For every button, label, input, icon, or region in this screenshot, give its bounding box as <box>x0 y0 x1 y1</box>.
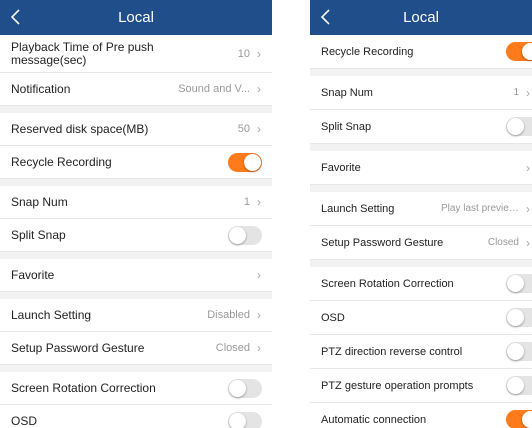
back-button[interactable] <box>318 7 332 27</box>
chevron-right-icon: › <box>526 85 530 100</box>
chevron-right-icon: › <box>526 235 530 250</box>
setting-label: Automatic connection <box>321 413 427 426</box>
ptz-direction-reverse-toggle[interactable] <box>506 342 532 361</box>
screen-rotation-toggle[interactable] <box>228 378 262 398</box>
setting-label: PTZ gesture operation prompts <box>321 379 474 392</box>
toggle-knob <box>507 377 524 394</box>
setting-row-screen-rotation: Screen Rotation Correction <box>310 267 532 301</box>
toggle-knob <box>522 43 532 60</box>
setting-label: Favorite <box>321 161 361 174</box>
setting-row-snap-num[interactable]: Snap Num 1 › <box>0 186 272 219</box>
chevron-right-icon: › <box>526 160 530 175</box>
setting-row-playback-time[interactable]: Playback Time of Pre push message(sec) 1… <box>0 35 272 73</box>
recycle-recording-toggle[interactable] <box>228 152 262 172</box>
setting-value: Closed <box>215 342 250 354</box>
setting-label: Snap Num <box>321 86 373 99</box>
toggle-knob <box>507 343 524 360</box>
setting-label: Screen Rotation Correction <box>11 381 156 395</box>
setting-row-launch-setting[interactable]: Launch Setting Play last preview c··· › <box>310 192 532 226</box>
toggle-knob <box>229 412 246 428</box>
setting-row-reserved-disk-space[interactable]: Reserved disk space(MB) 50 › <box>0 113 272 146</box>
setting-row-recycle-recording: Recycle Recording <box>310 35 532 69</box>
setting-value: Closed <box>487 237 519 248</box>
toggle-knob <box>507 275 524 292</box>
setting-value: Play last preview c··· <box>441 203 519 214</box>
setting-row-osd: OSD <box>0 405 272 428</box>
chevron-right-icon: › <box>257 46 261 61</box>
setting-label: Setup Password Gesture <box>321 236 444 249</box>
setting-value: 1 <box>513 87 519 98</box>
setting-row-automatic-connection: Automatic connection <box>310 403 532 428</box>
setting-row-split-snap: Split Snap <box>0 219 272 252</box>
split-snap-toggle[interactable] <box>506 117 532 136</box>
local-settings-screen-left: Local Playback Time of Pre push message(… <box>0 0 272 428</box>
nav-header: Local <box>0 0 272 35</box>
setting-label: PTZ direction reverse control <box>321 345 463 358</box>
setting-label: Favorite <box>11 268 55 282</box>
setting-label: Launch Setting <box>321 202 395 215</box>
setting-row-notification[interactable]: Notification Sound and V... › <box>0 73 272 106</box>
recycle-recording-toggle[interactable] <box>506 42 532 61</box>
toggle-knob <box>507 309 524 326</box>
setting-row-snap-num[interactable]: Snap Num 1 › <box>310 76 532 110</box>
setting-row-launch-setting[interactable]: Launch Setting Disabled › <box>0 299 272 332</box>
page-title: Local <box>118 9 154 26</box>
setting-row-ptz-direction-reverse: PTZ direction reverse control <box>310 335 532 369</box>
toggle-knob <box>229 226 246 244</box>
setting-row-recycle-recording: Recycle Recording <box>0 146 272 179</box>
split-snap-toggle[interactable] <box>228 225 262 245</box>
setting-row-favorite[interactable]: Favorite › <box>310 151 532 185</box>
chevron-left-icon <box>320 9 330 25</box>
local-settings-screen-right: Local Recycle Recording Snap Num 1 › Spl… <box>310 0 532 428</box>
nav-header: Local <box>310 0 532 35</box>
setting-label: Launch Setting <box>11 308 92 322</box>
setting-label: Setup Password Gesture <box>11 341 145 355</box>
chevron-right-icon: › <box>257 308 261 322</box>
toggle-knob <box>507 118 524 135</box>
setting-label: Notification <box>11 82 71 96</box>
ptz-gesture-prompts-toggle[interactable] <box>506 376 532 395</box>
setting-label: Reserved disk space(MB) <box>11 122 149 136</box>
toggle-knob <box>244 153 261 171</box>
setting-value: Sound and V... <box>178 83 250 95</box>
setting-row-password-gesture[interactable]: Setup Password Gesture Closed › <box>310 226 532 260</box>
screen-rotation-toggle[interactable] <box>506 274 532 293</box>
toggle-knob <box>522 411 532 428</box>
back-button[interactable] <box>8 7 22 27</box>
chevron-right-icon: › <box>257 268 261 282</box>
setting-label: Split Snap <box>321 120 372 133</box>
setting-label: Recycle Recording <box>321 45 414 58</box>
setting-label: Snap Num <box>11 195 68 209</box>
setting-label: OSD <box>11 414 38 428</box>
chevron-right-icon: › <box>257 341 261 355</box>
chevron-left-icon <box>10 9 20 25</box>
setting-value: Disabled <box>207 309 250 321</box>
setting-label: Playback Time of Pre push message(sec) <box>11 40 154 67</box>
setting-label: OSD <box>321 311 345 324</box>
setting-value: 50 <box>237 123 250 135</box>
osd-toggle[interactable] <box>506 308 532 327</box>
setting-label: Recycle Recording <box>11 155 112 169</box>
setting-row-favorite[interactable]: Favorite › <box>0 259 272 292</box>
setting-value: 1 <box>243 196 250 208</box>
setting-row-screen-rotation: Screen Rotation Correction <box>0 372 272 405</box>
page-title: Local <box>403 9 439 26</box>
setting-value: 10 <box>237 47 251 60</box>
setting-row-ptz-gesture-prompts: PTZ gesture operation prompts <box>310 369 532 403</box>
automatic-connection-toggle[interactable] <box>506 410 532 428</box>
setting-label: Screen Rotation Correction <box>321 277 454 290</box>
setting-row-split-snap: Split Snap <box>310 110 532 144</box>
chevron-right-icon: › <box>257 195 261 209</box>
osd-toggle[interactable] <box>228 411 262 428</box>
setting-label: Split Snap <box>11 228 66 242</box>
chevron-right-icon: › <box>526 201 530 216</box>
setting-row-password-gesture[interactable]: Setup Password Gesture Closed › <box>0 332 272 365</box>
chevron-right-icon: › <box>257 82 261 96</box>
toggle-knob <box>229 379 246 397</box>
setting-row-osd: OSD <box>310 301 532 335</box>
chevron-right-icon: › <box>257 122 261 136</box>
